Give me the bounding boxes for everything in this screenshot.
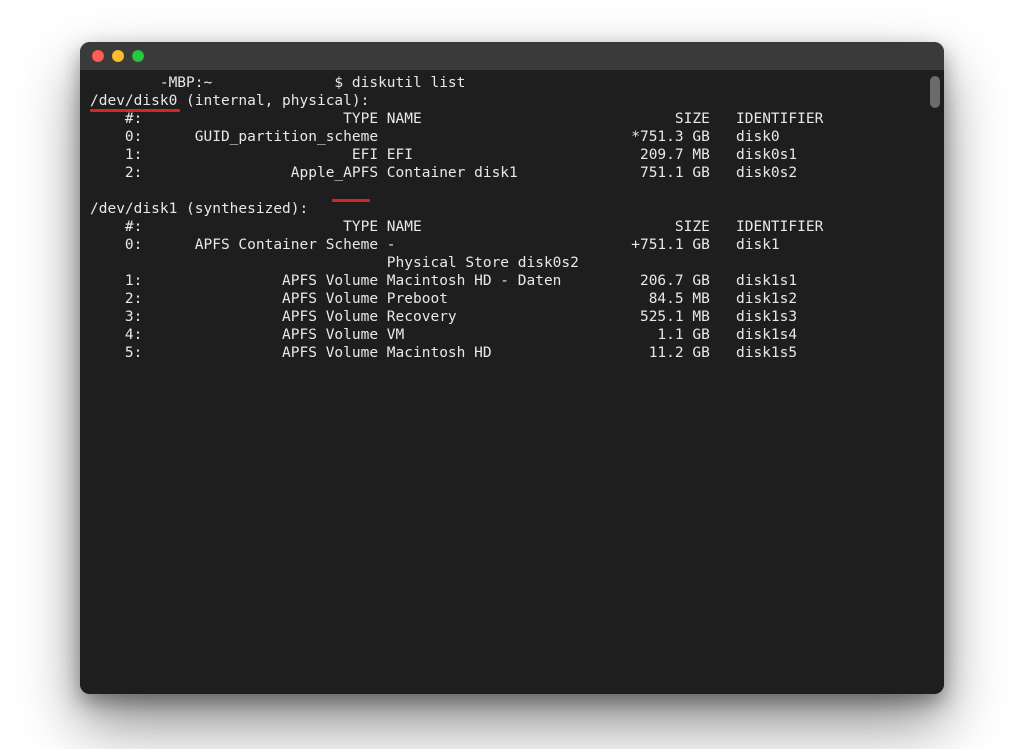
close-icon[interactable]	[92, 50, 104, 62]
titlebar[interactable]	[80, 42, 944, 70]
zoom-icon[interactable]	[132, 50, 144, 62]
terminal-output: -MBP:~ $ diskutil list /dev/disk0 (inter…	[90, 74, 934, 362]
scrollbar-thumb[interactable]	[930, 76, 940, 108]
minimize-icon[interactable]	[112, 50, 124, 62]
terminal-body[interactable]: -MBP:~ $ diskutil list /dev/disk0 (inter…	[80, 70, 944, 694]
annotation-underline-devdisk0	[90, 109, 180, 112]
terminal-window: -MBP:~ $ diskutil list /dev/disk0 (inter…	[80, 42, 944, 694]
annotation-underline-apfs	[332, 199, 370, 202]
